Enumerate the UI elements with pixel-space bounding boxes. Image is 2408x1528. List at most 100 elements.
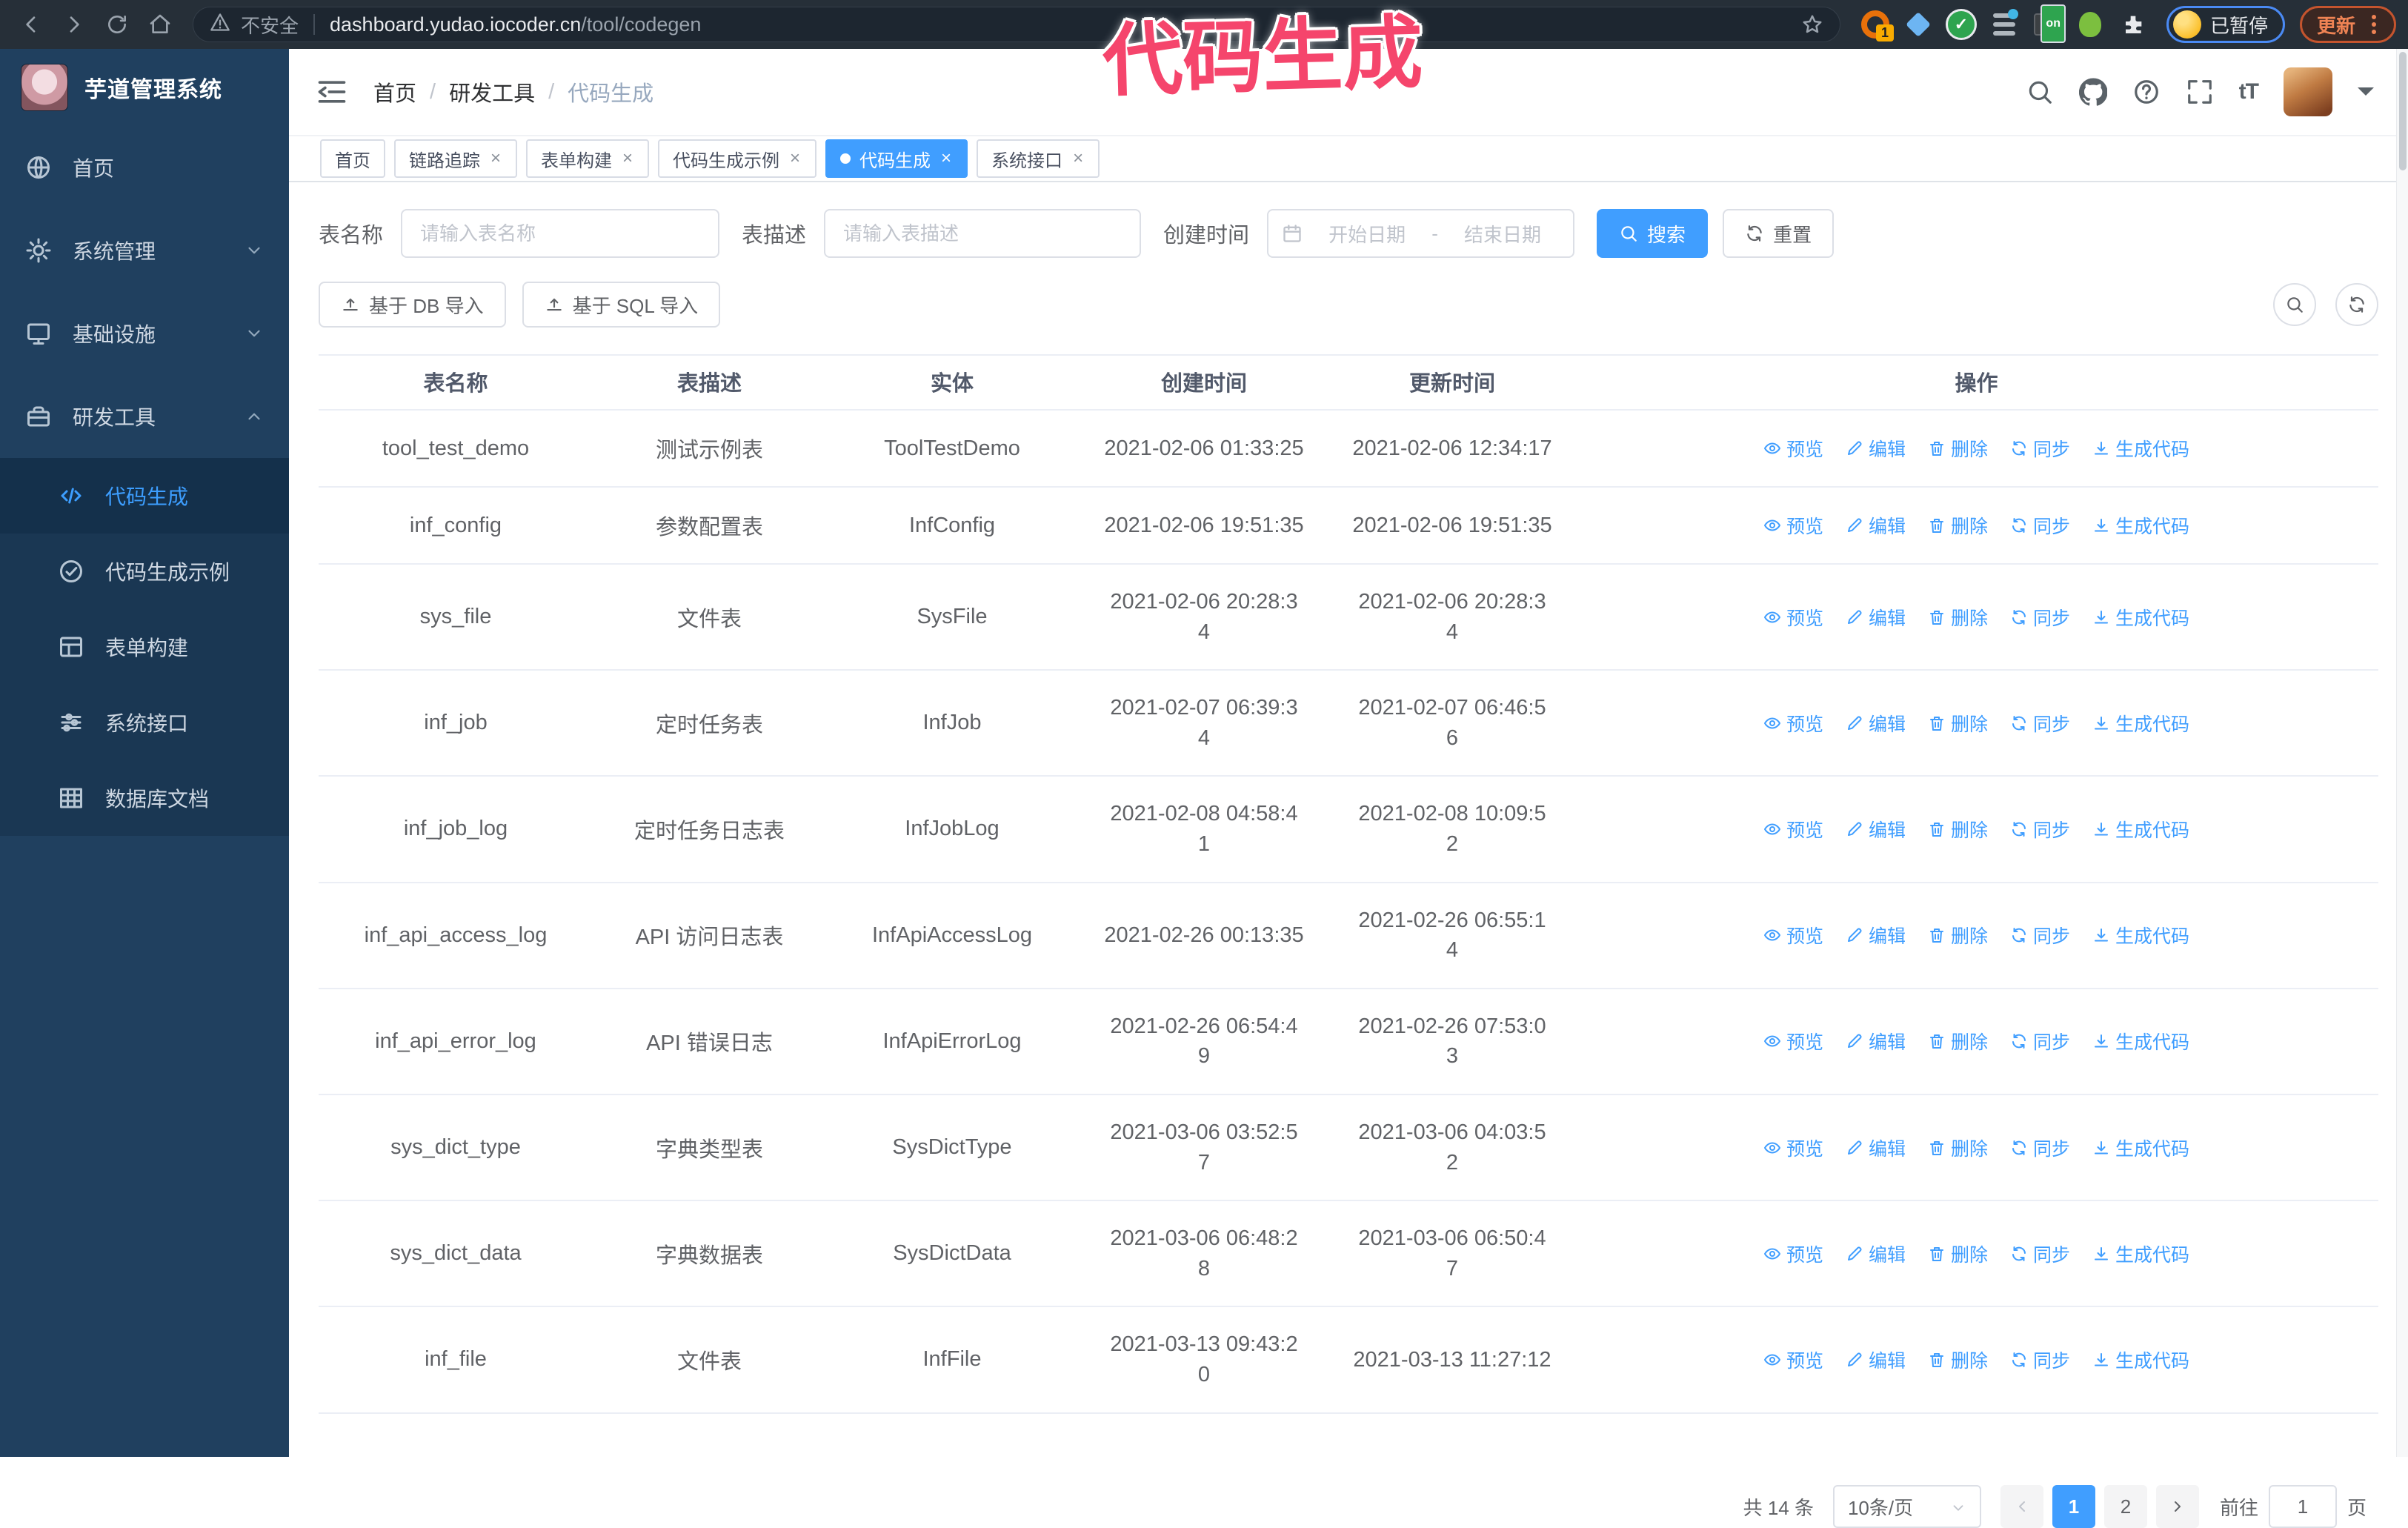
sidebar-toggle-icon[interactable] xyxy=(316,76,348,108)
extension-sliders-icon[interactable] xyxy=(1989,9,2020,40)
action-preview-button[interactable]: 预览 xyxy=(1763,1346,1823,1373)
action-preview-button[interactable]: 预览 xyxy=(1763,512,1823,539)
toggle-search-button[interactable] xyxy=(2273,283,2316,326)
action-delete-button[interactable]: 删除 xyxy=(1928,1240,1988,1267)
action-preview-button[interactable]: 预览 xyxy=(1763,435,1823,462)
action-delete-button[interactable]: 删除 xyxy=(1928,710,1988,737)
breadcrumb-item[interactable]: 研发工具 xyxy=(449,76,535,107)
tab-home[interactable]: 首页 xyxy=(320,139,385,178)
action-edit-button[interactable]: 编辑 xyxy=(1846,1028,1906,1054)
refresh-table-button[interactable] xyxy=(2335,283,2378,326)
action-preview-button[interactable]: 预览 xyxy=(1763,816,1823,843)
sidebar-item-infra[interactable]: 基础设施 xyxy=(0,292,289,375)
action-preview-button[interactable]: 预览 xyxy=(1763,922,1823,949)
tab-codegen-example[interactable]: 代码生成示例× xyxy=(658,139,816,178)
font-size-icon[interactable] xyxy=(2239,79,2258,104)
action-edit-button[interactable]: 编辑 xyxy=(1846,435,1906,462)
browser-forward-icon[interactable] xyxy=(55,7,93,42)
extension-alien-icon[interactable] xyxy=(2075,9,2106,40)
browser-update-button[interactable]: 更新 xyxy=(2300,6,2396,43)
action-generate-button[interactable]: 生成代码 xyxy=(2092,512,2189,539)
extension-diamond-icon[interactable] xyxy=(1903,9,1934,40)
action-sync-button[interactable]: 同步 xyxy=(2010,816,2070,843)
action-sync-button[interactable]: 同步 xyxy=(2010,1135,2070,1161)
table-name-input[interactable] xyxy=(401,209,719,258)
close-icon[interactable]: × xyxy=(939,148,953,169)
tab-tracer[interactable]: 链路追踪× xyxy=(394,139,517,178)
action-delete-button[interactable]: 删除 xyxy=(1928,604,1988,631)
action-delete-button[interactable]: 删除 xyxy=(1928,435,1988,462)
help-icon[interactable] xyxy=(2132,78,2161,106)
sidebar-subitem-codegen-example[interactable]: 代码生成示例 xyxy=(0,534,289,609)
sidebar-subitem-db-doc[interactable]: 数据库文档 xyxy=(0,760,289,836)
action-preview-button[interactable]: 预览 xyxy=(1763,1135,1823,1161)
extension-orange-icon[interactable]: 1 xyxy=(1860,9,1891,40)
action-delete-button[interactable]: 删除 xyxy=(1928,1028,1988,1054)
action-preview-button[interactable]: 预览 xyxy=(1763,604,1823,631)
close-icon[interactable]: × xyxy=(1071,148,1085,169)
action-sync-button[interactable]: 同步 xyxy=(2010,604,2070,631)
close-icon[interactable]: × xyxy=(621,148,634,169)
user-avatar[interactable] xyxy=(2284,67,2332,116)
action-delete-button[interactable]: 删除 xyxy=(1928,816,1988,843)
action-delete-button[interactable]: 删除 xyxy=(1928,1135,1988,1161)
sidebar-subitem-codegen[interactable]: 代码生成 xyxy=(0,458,289,534)
reset-button[interactable]: 重置 xyxy=(1723,209,1834,258)
import-sql-button[interactable]: 基于 SQL 导入 xyxy=(522,282,721,328)
action-edit-button[interactable]: 编辑 xyxy=(1846,1346,1906,1373)
action-generate-button[interactable]: 生成代码 xyxy=(2092,1028,2189,1054)
breadcrumb-item[interactable]: 首页 xyxy=(373,76,416,107)
url-bar[interactable]: 不安全 dashboard.yudao.iocoder.cn/tool/code… xyxy=(193,7,1840,42)
action-edit-button[interactable]: 编辑 xyxy=(1846,710,1906,737)
close-icon[interactable]: × xyxy=(788,148,802,169)
action-generate-button[interactable]: 生成代码 xyxy=(2092,1346,2189,1373)
action-edit-button[interactable]: 编辑 xyxy=(1846,922,1906,949)
browser-home-icon[interactable] xyxy=(141,7,179,42)
close-icon[interactable]: × xyxy=(489,148,502,169)
action-generate-button[interactable]: 生成代码 xyxy=(2092,710,2189,737)
sidebar-item-home[interactable]: 首页 xyxy=(0,126,289,209)
tab-form-builder[interactable]: 表单构建× xyxy=(526,139,649,178)
bookmark-star-icon[interactable] xyxy=(1801,13,1823,36)
import-db-button[interactable]: 基于 DB 导入 xyxy=(319,282,506,328)
action-generate-button[interactable]: 生成代码 xyxy=(2092,1135,2189,1161)
action-edit-button[interactable]: 编辑 xyxy=(1846,604,1906,631)
action-sync-button[interactable]: 同步 xyxy=(2010,710,2070,737)
action-preview-button[interactable]: 预览 xyxy=(1763,1240,1823,1267)
browser-menu-icon[interactable] xyxy=(2372,22,2376,27)
action-preview-button[interactable]: 预览 xyxy=(1763,1028,1823,1054)
action-delete-button[interactable]: 删除 xyxy=(1928,512,1988,539)
sidebar-subitem-api[interactable]: 系统接口 xyxy=(0,685,289,760)
action-edit-button[interactable]: 编辑 xyxy=(1846,816,1906,843)
action-generate-button[interactable]: 生成代码 xyxy=(2092,435,2189,462)
chevron-down-icon[interactable] xyxy=(2358,87,2374,104)
browser-back-icon[interactable] xyxy=(12,7,50,42)
action-edit-button[interactable]: 编辑 xyxy=(1846,1240,1906,1267)
prev-page-button[interactable] xyxy=(2000,1485,2043,1528)
date-range-picker[interactable]: 开始日期 - 结束日期 xyxy=(1267,209,1574,258)
tab-api[interactable]: 系统接口× xyxy=(977,139,1100,178)
action-preview-button[interactable]: 预览 xyxy=(1763,710,1823,737)
action-sync-button[interactable]: 同步 xyxy=(2010,512,2070,539)
action-generate-button[interactable]: 生成代码 xyxy=(2092,922,2189,949)
search-icon[interactable] xyxy=(2026,78,2054,106)
app-logo[interactable]: 芋道管理系统 xyxy=(0,49,289,126)
tab-codegen[interactable]: 代码生成× xyxy=(825,139,968,178)
extensions-puzzle-icon[interactable] xyxy=(2118,9,2149,40)
page-1-button[interactable]: 1 xyxy=(2052,1485,2095,1528)
extension-check-icon[interactable] xyxy=(1946,9,1977,40)
action-edit-button[interactable]: 编辑 xyxy=(1846,512,1906,539)
table-desc-input[interactable] xyxy=(824,209,1141,258)
scrollbar-thumb[interactable] xyxy=(2399,52,2407,170)
action-sync-button[interactable]: 同步 xyxy=(2010,1346,2070,1373)
action-delete-button[interactable]: 删除 xyxy=(1928,1346,1988,1373)
next-page-button[interactable] xyxy=(2156,1485,2199,1528)
action-sync-button[interactable]: 同步 xyxy=(2010,1240,2070,1267)
sidebar-subitem-form-builder[interactable]: 表单构建 xyxy=(0,609,289,685)
sidebar-item-system[interactable]: 系统管理 xyxy=(0,209,289,292)
action-sync-button[interactable]: 同步 xyxy=(2010,1028,2070,1054)
goto-page-input[interactable] xyxy=(2269,1485,2337,1528)
page-scrollbar[interactable] xyxy=(2396,49,2408,1457)
action-sync-button[interactable]: 同步 xyxy=(2010,435,2070,462)
action-generate-button[interactable]: 生成代码 xyxy=(2092,816,2189,843)
